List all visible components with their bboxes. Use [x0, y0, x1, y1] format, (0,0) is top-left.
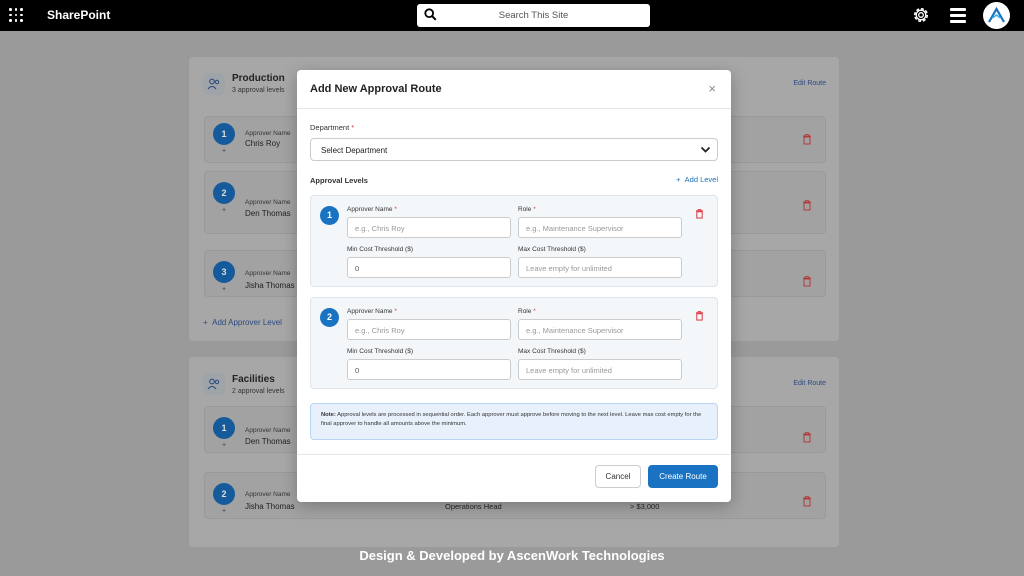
- min-cost-input[interactable]: 0: [347, 359, 511, 380]
- min-cost-label: Min Cost Threshold ($): [347, 348, 413, 355]
- search-placeholder: Search This Site: [498, 10, 569, 21]
- department-label: Department *: [310, 123, 355, 132]
- plus-icon[interactable]: +: [222, 286, 226, 293]
- max-cost-input[interactable]: Leave empty for unlimited: [518, 359, 682, 380]
- department-levels-count: 3 approval levels: [232, 87, 285, 94]
- brand-title[interactable]: SharePoint: [47, 8, 110, 22]
- level-number: 2: [213, 483, 235, 505]
- approver-name: Chris Roy: [245, 139, 281, 148]
- plus-icon[interactable]: +: [222, 207, 226, 214]
- approver-label: Approver Name: [245, 427, 291, 434]
- app-launcher-icon[interactable]: [9, 8, 23, 22]
- users-icon: [203, 373, 225, 395]
- department-levels-count: 2 approval levels: [232, 388, 285, 395]
- level-number: 1: [213, 417, 235, 439]
- min-cost-label: Min Cost Threshold ($): [347, 246, 413, 253]
- add-approver-level-link[interactable]: + Add Approver Level: [203, 318, 282, 327]
- note-text: Approval levels are processed in sequent…: [321, 412, 702, 427]
- department-name: Production: [232, 73, 285, 84]
- approval-level-card: 2 Approver Name * e.g., Chris Roy Role *…: [310, 297, 718, 389]
- level-number: 1: [320, 206, 339, 225]
- approver-name: Jisha Thomas: [245, 281, 295, 290]
- max-cost-input[interactable]: Leave empty for unlimited: [518, 257, 682, 278]
- approver-label: Approver Name: [245, 491, 291, 498]
- approver-label: Approver Name: [245, 130, 291, 137]
- note-label: Note:: [321, 412, 336, 418]
- gear-icon[interactable]: [911, 5, 931, 25]
- approval-levels-heading: Approval Levels: [310, 176, 368, 185]
- max-cost-label: Max Cost Threshold ($): [518, 246, 586, 253]
- trash-icon[interactable]: [695, 311, 704, 321]
- search-input[interactable]: Search This Site: [417, 4, 650, 27]
- close-icon[interactable]: ×: [708, 81, 716, 96]
- dialog-title: Add New Approval Route: [310, 83, 442, 95]
- divider: [297, 108, 731, 109]
- approver-label: Approver Name: [245, 199, 291, 206]
- trash-icon[interactable]: [802, 134, 812, 145]
- level-number: 2: [320, 308, 339, 327]
- trash-icon[interactable]: [802, 432, 812, 443]
- approver-name-label: Approver Name *: [347, 206, 397, 213]
- level-number: 1: [213, 123, 235, 145]
- top-bar: SharePoint Search This Site: [0, 0, 1024, 31]
- max-cost-label: Max Cost Threshold ($): [518, 348, 586, 355]
- approver-name: Jisha Thomas: [245, 502, 295, 511]
- users-icon: [203, 73, 225, 95]
- edit-route-link[interactable]: Edit Route: [793, 380, 826, 387]
- add-approval-route-dialog: Add New Approval Route × Department * Se…: [297, 70, 731, 502]
- create-route-button[interactable]: Create Route: [648, 465, 718, 488]
- approver-name: Den Thomas: [245, 437, 291, 446]
- approver-name-input[interactable]: e.g., Chris Roy: [347, 217, 511, 238]
- add-level-button[interactable]: + Add Level: [676, 175, 718, 184]
- department-select[interactable]: Select Department: [310, 138, 718, 161]
- cancel-button[interactable]: Cancel: [595, 465, 641, 488]
- trash-icon[interactable]: [802, 200, 812, 211]
- role-input[interactable]: e.g., Maintenance Supervisor: [518, 319, 682, 340]
- add-level-label: Add Level: [684, 175, 718, 184]
- approver-label: Approver Name: [245, 270, 291, 277]
- role-label: Role *: [518, 308, 536, 315]
- divider: [297, 454, 731, 455]
- trash-icon[interactable]: [802, 496, 812, 507]
- approver-cost-range: > $3,000: [630, 502, 660, 511]
- company-logo-icon: [988, 7, 1005, 23]
- department-select-value: Select Department: [321, 146, 388, 155]
- add-approver-label: Add Approver Level: [212, 318, 282, 327]
- plus-icon[interactable]: +: [222, 442, 226, 449]
- menu-icon[interactable]: [950, 8, 966, 26]
- role-input[interactable]: e.g., Maintenance Supervisor: [518, 217, 682, 238]
- level-number: 3: [213, 261, 235, 283]
- avatar[interactable]: [983, 2, 1010, 29]
- level-number: 2: [213, 182, 235, 204]
- trash-icon[interactable]: [802, 276, 812, 287]
- min-cost-input[interactable]: 0: [347, 257, 511, 278]
- approver-name-label: Approver Name *: [347, 308, 397, 315]
- chevron-down-icon: [700, 146, 711, 153]
- approver-role: Operations Head: [445, 502, 502, 511]
- department-name: Facilities: [232, 374, 275, 385]
- plus-icon[interactable]: +: [222, 148, 226, 155]
- info-note: Note: Approval levels are processed in s…: [310, 403, 718, 440]
- approval-level-card: 1 Approver Name * e.g., Chris Roy Role *…: [310, 195, 718, 287]
- plus-icon[interactable]: +: [222, 508, 226, 515]
- approver-name: Den Thomas: [245, 209, 291, 218]
- edit-route-link[interactable]: Edit Route: [793, 80, 826, 87]
- trash-icon[interactable]: [695, 209, 704, 219]
- footer-credit: Design & Developed by AscenWork Technolo…: [359, 548, 665, 563]
- approver-name-input[interactable]: e.g., Chris Roy: [347, 319, 511, 340]
- role-label: Role *: [518, 206, 536, 213]
